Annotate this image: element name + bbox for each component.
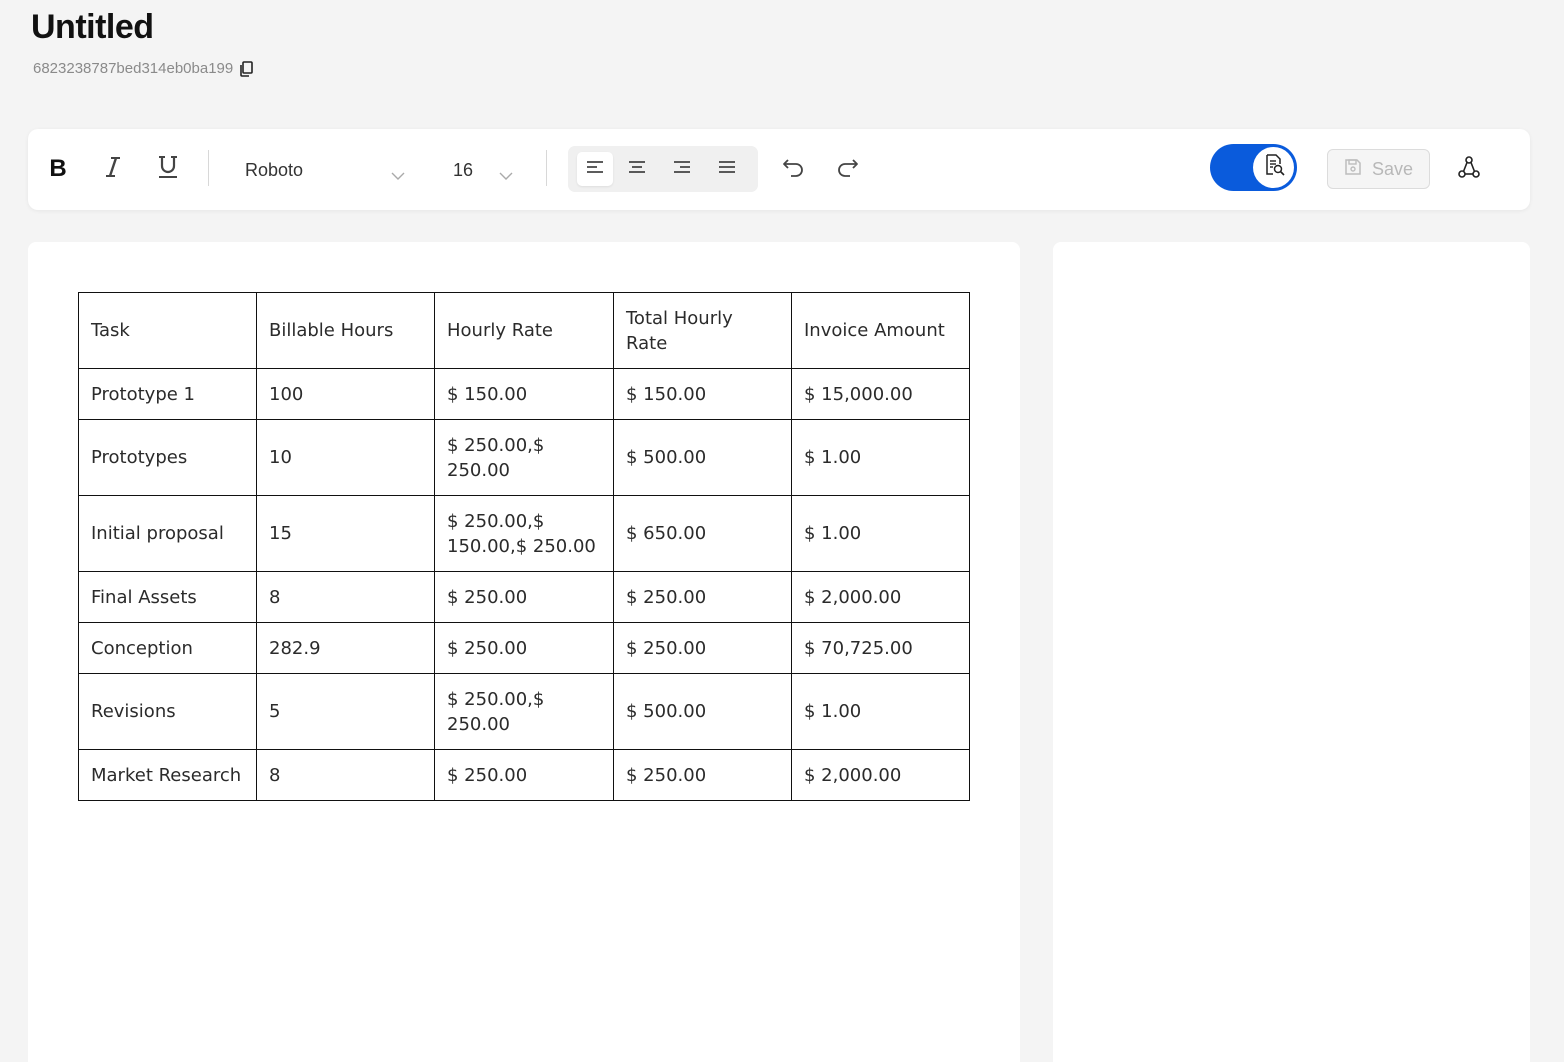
table-cell[interactable]: $ 500.00 (613, 419, 792, 496)
table-cell[interactable]: $ 2,000.00 (791, 571, 970, 623)
table-cell[interactable]: 100 (256, 368, 435, 420)
italic-button[interactable] (95, 152, 131, 186)
table-cell[interactable]: $ 250.00 (613, 622, 792, 674)
table-cell[interactable]: $ 70,725.00 (791, 622, 970, 674)
bold-button[interactable]: B (40, 152, 76, 186)
toggle-knob (1253, 147, 1294, 188)
document-search-icon (1262, 153, 1286, 182)
table-header-row: Task Billable Hours Hourly Rate Total Ho… (78, 292, 970, 369)
table-cell[interactable]: $ 150.00 (434, 368, 614, 420)
workflow-icon (1457, 155, 1481, 184)
document-id: 6823238787bed314eb0ba199 (33, 60, 234, 77)
table-cell[interactable]: $ 250.00 (434, 622, 614, 674)
font-family-select[interactable]: Roboto (245, 153, 405, 187)
table-cell[interactable]: Prototype 1 (78, 368, 257, 420)
table-cell[interactable]: $ 150.00 (613, 368, 792, 420)
alignment-group (568, 146, 758, 192)
underline-icon (158, 155, 178, 184)
table-cell[interactable]: $ 2,000.00 (791, 749, 970, 801)
redo-button[interactable] (830, 152, 866, 186)
table-header-cell[interactable]: Total Hourly Rate (613, 292, 792, 369)
document-title[interactable]: Untitled (31, 8, 154, 47)
chevron-down-icon (391, 165, 405, 180)
table-row: Conception 282.9 $ 250.00 $ 250.00 $ 70,… (78, 622, 970, 674)
undo-icon (782, 157, 804, 182)
table-cell[interactable]: $ 650.00 (613, 495, 792, 572)
table-row: Revisions 5 $ 250.00,$ 250.00 $ 500.00 $… (78, 673, 970, 750)
table-cell[interactable]: Revisions (78, 673, 257, 750)
table-cell[interactable]: $ 250.00 (613, 571, 792, 623)
font-size-select[interactable]: 16 (453, 153, 513, 187)
table-row: Initial proposal 15 $ 250.00,$ 150.00,$ … (78, 495, 970, 572)
table-cell[interactable]: 8 (256, 571, 435, 623)
table-cell[interactable]: $ 250.00,$ 150.00,$ 250.00 (434, 495, 614, 572)
italic-icon (104, 156, 122, 183)
table-cell[interactable]: $ 500.00 (613, 673, 792, 750)
side-panel (1053, 242, 1530, 1062)
table-header-cell[interactable]: Hourly Rate (434, 292, 614, 369)
table-cell[interactable]: 5 (256, 673, 435, 750)
align-justify-button[interactable] (709, 152, 745, 186)
underline-button[interactable] (150, 152, 186, 186)
align-center-icon (628, 160, 646, 179)
font-size-value: 16 (453, 159, 474, 180)
table-cell[interactable]: Market Research (78, 749, 257, 801)
floppy-disk-icon (1344, 158, 1362, 181)
table-cell[interactable]: $ 1.00 (791, 673, 970, 750)
table-header-cell[interactable]: Invoice Amount (791, 292, 970, 369)
table-row: Prototype 1 100 $ 150.00 $ 150.00 $ 15,0… (78, 368, 970, 420)
workflow-button[interactable] (1451, 152, 1487, 186)
copy-icon[interactable] (239, 60, 254, 77)
table-cell[interactable]: $ 250.00 (613, 749, 792, 801)
invoice-table[interactable]: Task Billable Hours Hourly Rate Total Ho… (78, 292, 970, 801)
table-cell[interactable]: 282.9 (256, 622, 435, 674)
align-right-button[interactable] (664, 152, 700, 186)
align-center-button[interactable] (619, 152, 655, 186)
align-left-button[interactable] (577, 152, 613, 186)
align-justify-icon (718, 160, 736, 179)
table-cell[interactable]: $ 15,000.00 (791, 368, 970, 420)
table-cell[interactable]: 10 (256, 419, 435, 496)
table-row: Market Research 8 $ 250.00 $ 250.00 $ 2,… (78, 749, 970, 801)
undo-button[interactable] (775, 152, 811, 186)
toolbar-divider (208, 150, 209, 186)
table-cell[interactable]: $ 250.00 (434, 749, 614, 801)
table-cell[interactable]: $ 1.00 (791, 495, 970, 572)
table-cell[interactable]: 15 (256, 495, 435, 572)
preview-toggle[interactable] (1210, 144, 1297, 191)
save-button[interactable]: Save (1327, 149, 1430, 189)
table-cell[interactable]: $ 1.00 (791, 419, 970, 496)
table-cell[interactable]: $ 250.00,$ 250.00 (434, 419, 614, 496)
table-cell[interactable]: Initial proposal (78, 495, 257, 572)
table-row: Final Assets 8 $ 250.00 $ 250.00 $ 2,000… (78, 571, 970, 623)
table-cell[interactable]: Conception (78, 622, 257, 674)
font-family-value: Roboto (245, 159, 304, 180)
save-label: Save (1371, 158, 1414, 179)
redo-icon (837, 157, 859, 182)
table-cell[interactable]: $ 250.00,$ 250.00 (434, 673, 614, 750)
editor-canvas[interactable]: Task Billable Hours Hourly Rate Total Ho… (28, 242, 1020, 1062)
table-cell[interactable]: Prototypes (78, 419, 257, 496)
toolbar-divider (546, 150, 547, 186)
align-left-icon (586, 160, 604, 179)
table-cell[interactable]: 8 (256, 749, 435, 801)
align-right-icon (673, 160, 691, 179)
table-cell[interactable]: Final Assets (78, 571, 257, 623)
document-id-row: 6823238787bed314eb0ba199 (33, 60, 254, 77)
table-row: Prototypes 10 $ 250.00,$ 250.00 $ 500.00… (78, 419, 970, 496)
table-header-cell[interactable]: Billable Hours (256, 292, 435, 369)
table-header-cell[interactable]: Task (78, 292, 257, 369)
table-cell[interactable]: $ 250.00 (434, 571, 614, 623)
chevron-down-icon (499, 165, 513, 180)
editor-toolbar: B Roboto 16 Save (28, 129, 1530, 210)
